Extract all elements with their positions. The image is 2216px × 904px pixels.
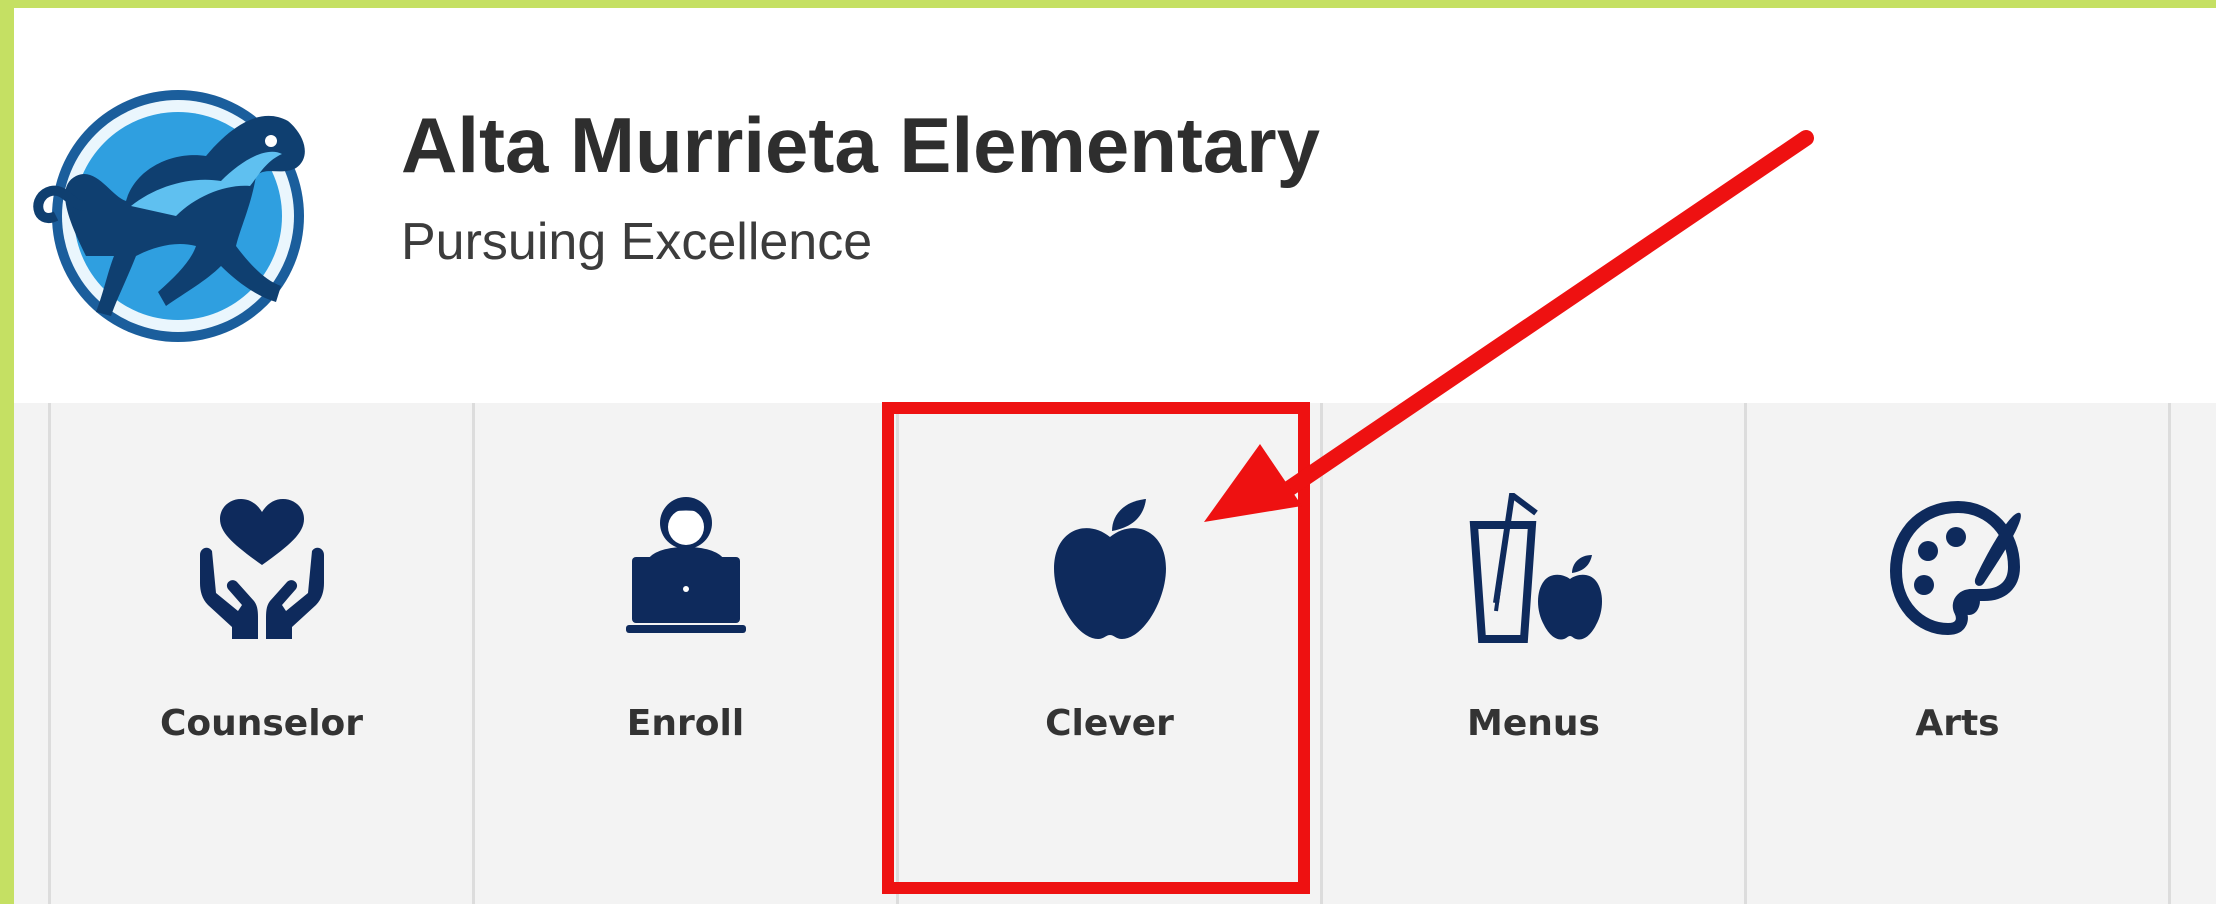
- apple-icon: [1042, 493, 1178, 643]
- quick-link-label: Clever: [1045, 703, 1174, 744]
- school-tagline: Pursuing Excellence: [401, 213, 873, 271]
- mustang-logo-icon: [33, 90, 305, 342]
- quick-links-left-edge: [14, 403, 51, 904]
- quick-link-arts[interactable]: Arts: [1747, 403, 2171, 904]
- page-frame: Alta Murrieta Elementary Pursuing Excell…: [14, 8, 2216, 904]
- heart-hands-icon: [194, 493, 330, 643]
- quick-link-counselor[interactable]: Counselor: [51, 403, 475, 904]
- quick-link-clever[interactable]: Clever: [899, 403, 1323, 904]
- quick-link-label: Arts: [1915, 703, 2000, 744]
- site-header: Alta Murrieta Elementary Pursuing Excell…: [14, 8, 2216, 403]
- quick-links-bar: Counselor Enroll Clever Menus Arts: [14, 403, 2216, 904]
- person-laptop-icon: [618, 493, 754, 643]
- quick-link-menus[interactable]: Menus: [1323, 403, 1747, 904]
- school-logo[interactable]: [26, 66, 326, 356]
- quick-link-label: Enroll: [626, 703, 745, 744]
- quick-link-label: Counselor: [159, 703, 364, 744]
- quick-link-enroll[interactable]: Enroll: [475, 403, 899, 904]
- palette-brush-icon: [1889, 493, 2026, 643]
- drink-apple-icon: [1466, 493, 1602, 643]
- school-name[interactable]: Alta Murrieta Elementary: [401, 100, 1320, 191]
- quick-link-label: Menus: [1467, 703, 1600, 744]
